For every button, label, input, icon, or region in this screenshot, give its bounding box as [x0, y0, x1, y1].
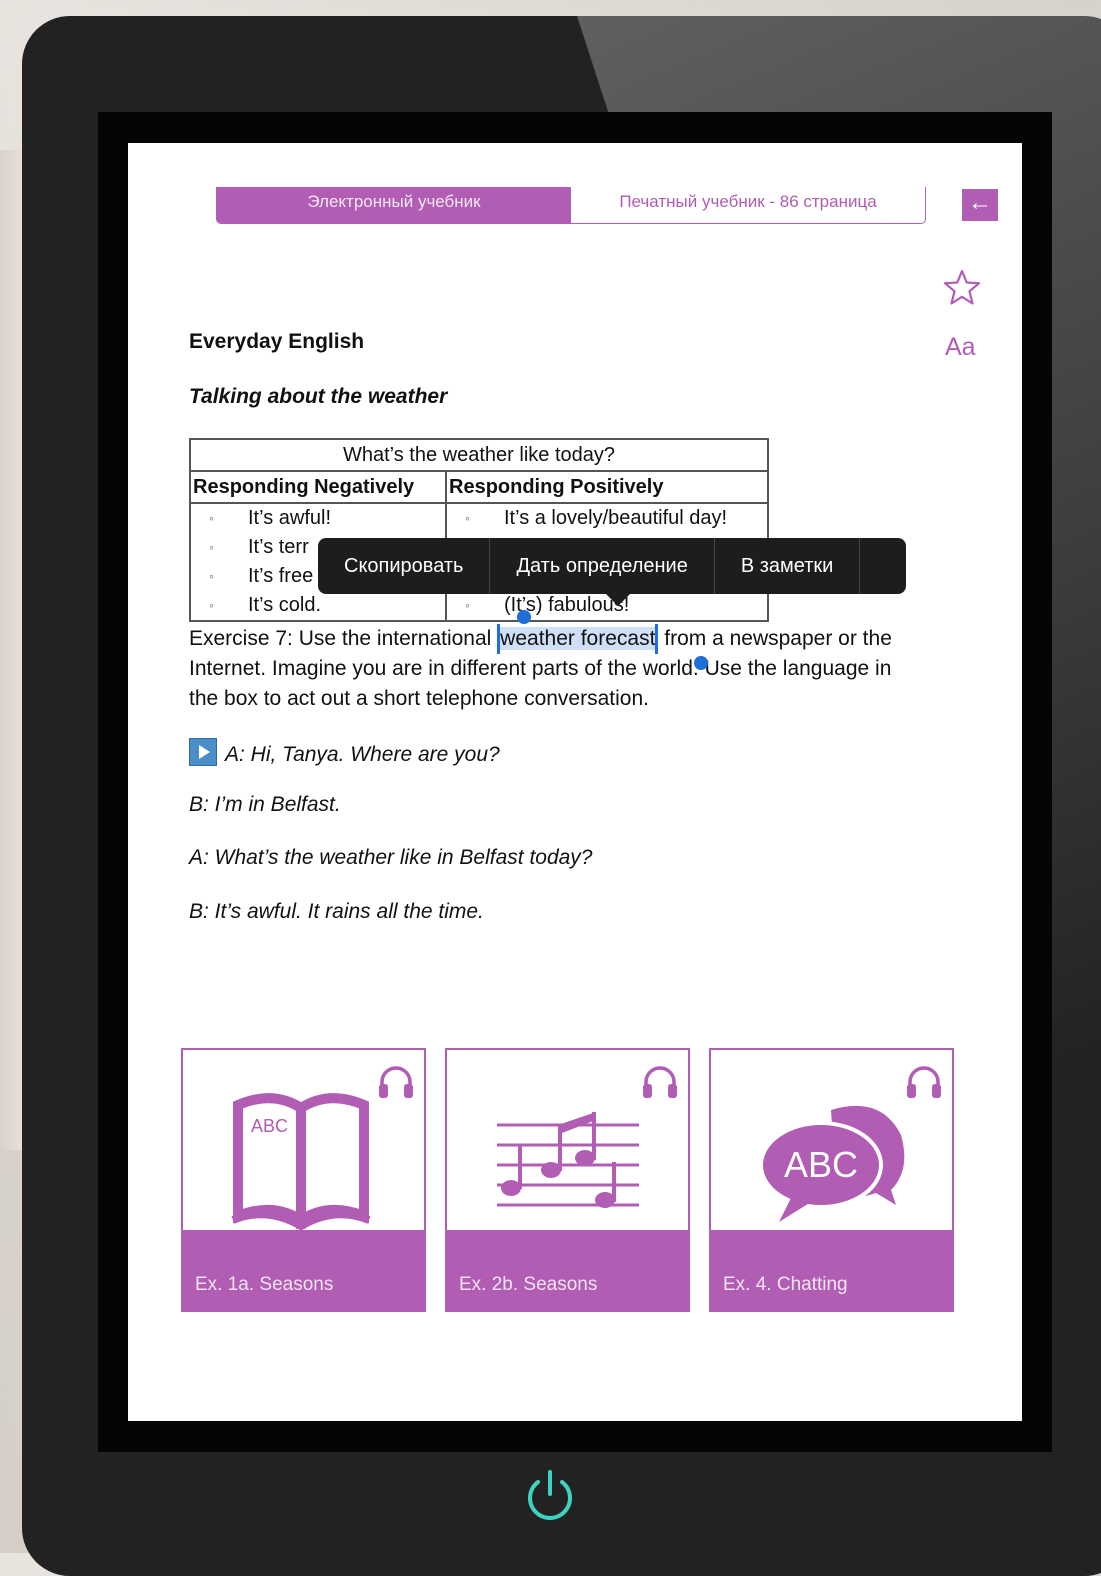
menu-pointer: [605, 593, 631, 606]
dialogue-line: A: What’s the weather like in Belfast to…: [189, 846, 593, 869]
add-to-notes-menu-item[interactable]: В заметки: [715, 538, 861, 594]
dialogue-text: A: Hi, Tanya. Where are you?: [225, 743, 500, 766]
tab-ebook[interactable]: Электронный учебник: [217, 187, 571, 223]
dialogue-line: A: Hi, Tanya. Where are you?: [189, 738, 500, 767]
headphones-icon[interactable]: [902, 1060, 946, 1104]
headphones-icon[interactable]: [374, 1060, 418, 1104]
play-audio-icon[interactable]: [189, 738, 217, 766]
tile-art-text: ABC: [251, 1116, 288, 1136]
selection-handle-start[interactable]: [517, 610, 531, 624]
section-subtitle: Talking about the weather: [189, 385, 448, 408]
selected-text[interactable]: weather forecast: [500, 627, 656, 650]
tile-label: Ex. 1a. Seasons: [183, 1230, 424, 1310]
font-size-button[interactable]: Aa: [945, 333, 976, 362]
tab-print-book[interactable]: Печатный учебник - 86 страница: [571, 187, 925, 223]
exercise-text[interactable]: Exercise 7: Use the international weathe…: [189, 624, 919, 714]
star-icon[interactable]: [942, 268, 982, 308]
exercise-tile[interactable]: Ex. 2b. Seasons: [445, 1048, 690, 1312]
tile-art-text: ABC: [784, 1144, 858, 1185]
section-title: Everyday English: [189, 330, 365, 353]
audio-exercise-tiles: ABC Ex. 1a. Seasons Ex. 2b. Seasons ABC …: [181, 1048, 961, 1312]
selection-handle-end[interactable]: [694, 656, 708, 670]
selection-end-caret[interactable]: [655, 624, 659, 654]
tablet-screen: Электронный учебник Печатный учебник - 8…: [128, 143, 1022, 1421]
exercise-text-start: Exercise 7: Use the international: [189, 627, 498, 650]
exercise-tile[interactable]: ABC Ex. 4. Chatting: [709, 1048, 954, 1312]
table-caption: What’s the weather like today?: [189, 438, 769, 472]
tile-label: Ex. 4. Chatting: [711, 1230, 952, 1310]
book-mode-switch: Электронный учебник Печатный учебник - 8…: [216, 187, 926, 224]
selection-start-caret[interactable]: [497, 624, 501, 654]
list-item: It’s awful!: [193, 504, 443, 533]
define-menu-item[interactable]: Дать определение: [490, 538, 715, 594]
text-context-menu: Скопировать Дать определение В заметки: [318, 538, 906, 606]
dialogue-line: B: It’s awful. It rains all the time.: [189, 900, 484, 923]
list-item: It’s a lovely/beautiful day!: [449, 504, 765, 533]
list-item: It’s cold.: [193, 591, 443, 620]
dialogue-line: B: I’m in Belfast.: [189, 793, 341, 816]
positive-header: Responding Positively: [445, 470, 769, 504]
negative-header: Responding Negatively: [189, 470, 447, 504]
weather-phrases-table: What’s the weather like today? Respondin…: [189, 438, 769, 622]
tile-label: Ex. 2b. Seasons: [447, 1230, 688, 1310]
tablet-frame: Электронный учебник Печатный учебник - 8…: [22, 16, 1101, 1576]
exercise-tile[interactable]: ABC Ex. 1a. Seasons: [181, 1048, 426, 1312]
back-button[interactable]: ←: [962, 189, 998, 221]
arrow-left-icon: ←: [968, 189, 992, 216]
power-icon[interactable]: [520, 1466, 580, 1526]
headphones-icon[interactable]: [638, 1060, 682, 1104]
copy-menu-item[interactable]: Скопировать: [318, 538, 491, 594]
